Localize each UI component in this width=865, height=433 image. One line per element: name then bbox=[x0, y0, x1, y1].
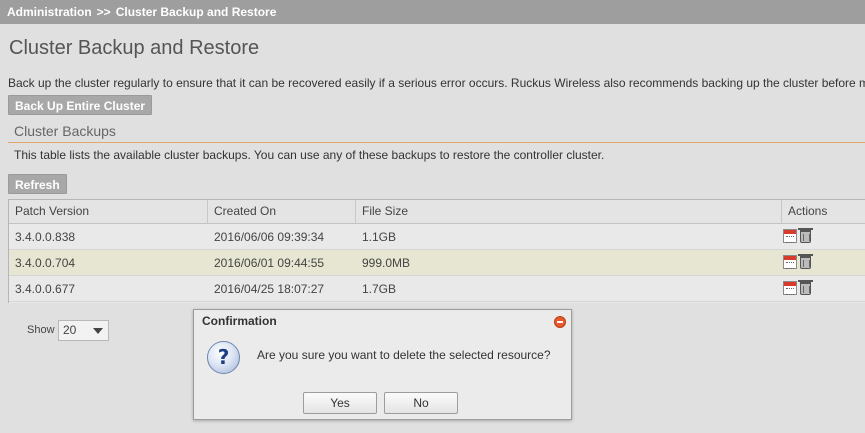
cell-created-on: 2016/04/25 18:07:27 bbox=[214, 282, 325, 296]
section-description: This table lists the available cluster b… bbox=[14, 148, 605, 162]
restore-calendar-icon[interactable] bbox=[783, 229, 797, 243]
dialog-title: Confirmation bbox=[202, 314, 277, 328]
delete-trash-icon[interactable] bbox=[798, 254, 813, 269]
cell-patch-version: 3.4.0.0.704 bbox=[15, 256, 76, 270]
cell-patch-version: 3.4.0.0.838 bbox=[15, 230, 76, 244]
cell-file-size: 999.0MB bbox=[362, 256, 411, 270]
delete-trash-icon[interactable] bbox=[798, 228, 813, 243]
page-intro: Back up the cluster regularly to ensure … bbox=[8, 76, 865, 90]
question-icon: ? bbox=[207, 341, 240, 374]
table-row[interactable]: 3.4.0.0.677 2016/04/25 18:07:27 1.7GB bbox=[9, 276, 865, 302]
table-row-selected[interactable]: 3.4.0.0.704 2016/06/01 09:44:55 999.0MB bbox=[9, 250, 865, 276]
cell-file-size: 1.1GB bbox=[362, 230, 397, 244]
delete-trash-icon[interactable] bbox=[798, 280, 813, 295]
breadcrumb-current: Cluster Backup and Restore bbox=[115, 5, 277, 19]
breadcrumb-root[interactable]: Administration bbox=[7, 5, 92, 19]
yes-button[interactable]: Yes bbox=[303, 392, 377, 414]
backups-table: Patch Version Created On File Size Actio… bbox=[8, 199, 865, 303]
page-size-value: 20 bbox=[63, 323, 77, 337]
restore-calendar-icon[interactable] bbox=[783, 281, 797, 295]
column-header-created-on[interactable]: Created On bbox=[208, 200, 356, 224]
cell-created-on: 2016/06/01 09:44:55 bbox=[214, 256, 325, 270]
dialog-message: Are you sure you want to delete the sele… bbox=[257, 348, 551, 362]
breadcrumb: Administration >> Cluster Backup and Resto… bbox=[0, 0, 865, 24]
show-label: Show bbox=[27, 324, 55, 336]
column-header-file-size[interactable]: File Size bbox=[356, 200, 782, 224]
cell-created-on: 2016/06/06 09:39:34 bbox=[214, 230, 325, 244]
backup-cluster-button[interactable]: Back Up Entire Cluster bbox=[8, 95, 153, 115]
cell-file-size: 1.7GB bbox=[362, 282, 397, 296]
restore-calendar-icon[interactable] bbox=[783, 255, 797, 269]
page-title: Cluster Backup and Restore bbox=[9, 37, 260, 59]
page-size-select[interactable]: 20 bbox=[58, 320, 109, 341]
refresh-button[interactable]: Refresh bbox=[8, 174, 67, 194]
cell-patch-version: 3.4.0.0.677 bbox=[15, 282, 76, 296]
confirmation-dialog: Confirmation ? Are you sure you want to … bbox=[193, 309, 572, 420]
section-title: Cluster Backups bbox=[14, 123, 116, 139]
breadcrumb-separator: >> bbox=[96, 5, 111, 19]
column-header-actions: Actions bbox=[788, 204, 828, 218]
close-icon[interactable] bbox=[554, 316, 566, 328]
column-header-patch-version[interactable]: Patch Version bbox=[9, 200, 208, 224]
table-header: Patch Version Created On File Size Actio… bbox=[9, 200, 865, 224]
section-divider bbox=[8, 142, 865, 143]
chevron-down-icon bbox=[93, 328, 103, 334]
no-button[interactable]: No bbox=[384, 392, 458, 414]
table-row[interactable]: 3.4.0.0.838 2016/06/06 09:39:34 1.1GB bbox=[9, 224, 865, 250]
